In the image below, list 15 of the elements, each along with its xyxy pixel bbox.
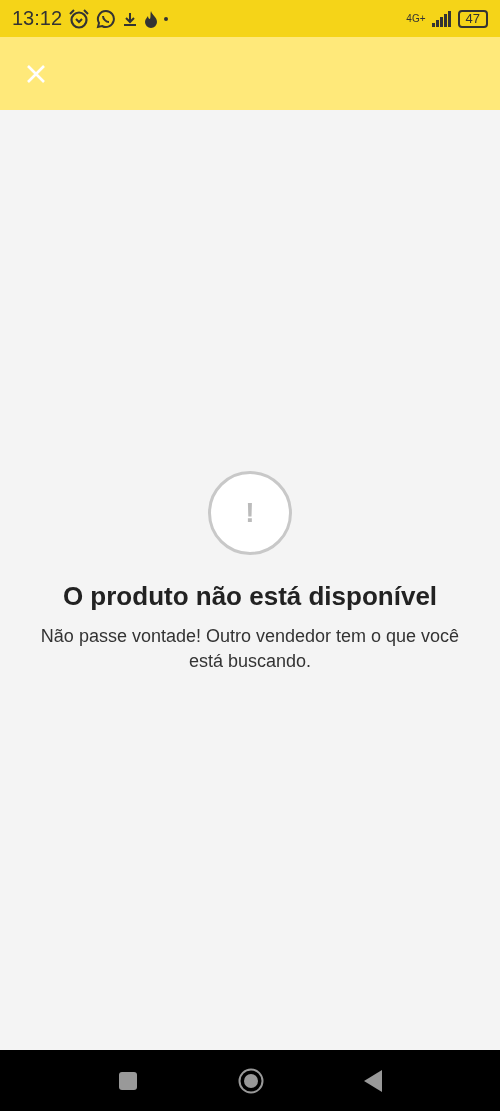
battery-indicator: 47 [457,9,488,28]
status-time: 13:12 [12,7,63,30]
recents-button[interactable] [118,1070,138,1091]
empty-title: O produto não está disponível [62,581,438,612]
alarm-clock-icon [68,7,91,30]
home-button[interactable] [238,1067,264,1094]
alert-icon: ! [208,471,292,555]
dot-icon [164,16,169,21]
network-label: 4G+ [406,13,426,24]
signal-icon [431,10,452,27]
chat-bubble-icon [96,8,117,29]
download-icon [122,10,139,27]
back-button[interactable] [364,1069,382,1092]
flame-icon [144,9,159,28]
empty-message: Não passe vontade! Outro vendedor tem o que você está buscando. [39,625,461,673]
